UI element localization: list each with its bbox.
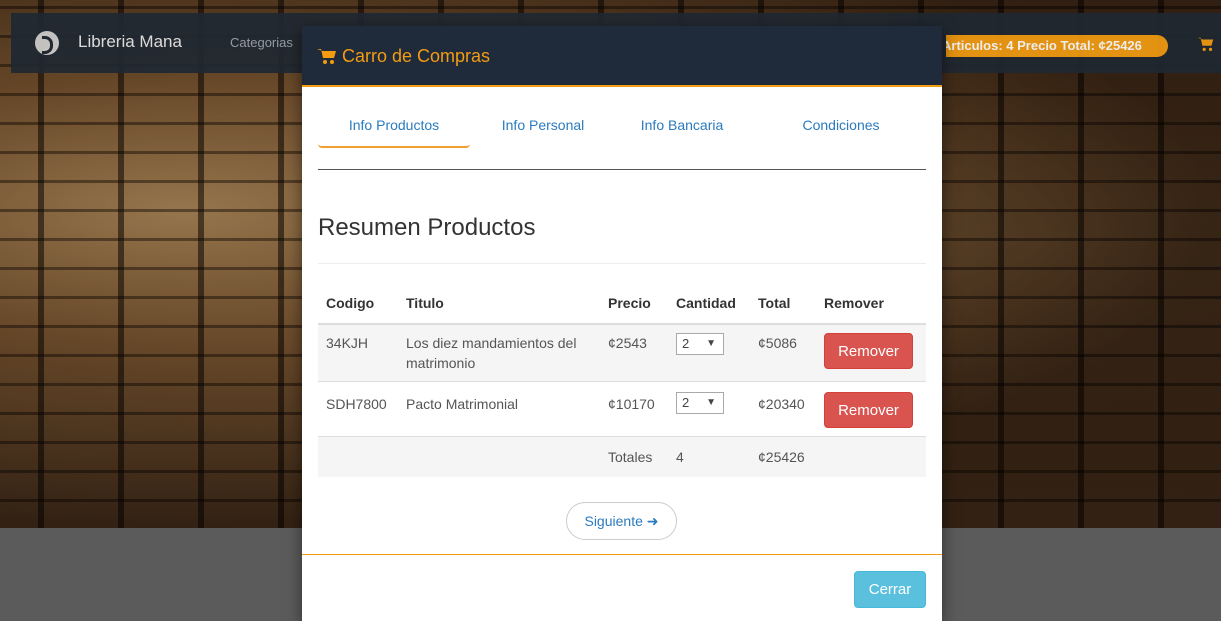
- cell-total: ¢5086: [750, 323, 816, 382]
- modal-header: Carro de Compras: [302, 26, 942, 87]
- cell-codigo: 34KJH: [318, 323, 398, 382]
- totals-row: Totales 4 ¢25426: [318, 436, 926, 477]
- cart-icon: [317, 49, 336, 64]
- arrow-right-icon: ➜: [646, 513, 659, 529]
- cell-codigo: SDH7800: [318, 381, 398, 437]
- totals-total: ¢25426: [750, 436, 816, 477]
- next-label: Siguiente: [584, 513, 643, 529]
- tab-info-bancaria[interactable]: Info Bancaria: [626, 108, 738, 148]
- column-header-cantidad: Cantidad: [668, 282, 750, 325]
- column-header-codigo: Codigo: [318, 282, 398, 325]
- quantity-select[interactable]: 2 ▼: [676, 333, 724, 355]
- column-header-total: Total: [750, 282, 816, 325]
- column-header-titulo: Titulo: [398, 282, 600, 325]
- remove-button[interactable]: Remover: [824, 392, 913, 428]
- totals-cantidad: 4: [668, 436, 750, 477]
- cell-total: ¢20340: [750, 381, 816, 437]
- products-table: Codigo Titulo Precio Cantidad Total Remo…: [318, 282, 926, 477]
- cell-cantidad: 2 ▼: [668, 381, 750, 437]
- cart-icon[interactable]: [1197, 35, 1215, 53]
- chevron-down-icon: ▼: [706, 397, 716, 408]
- brand-name[interactable]: Libreria Mana: [78, 32, 182, 52]
- close-button[interactable]: Cerrar: [854, 571, 926, 608]
- cart-summary-badge[interactable]: Articulos: 4 Precio Total: ¢25426: [946, 35, 1168, 57]
- totals-label: Totales: [600, 436, 668, 477]
- remove-button[interactable]: Remover: [824, 333, 913, 369]
- cell-remover: Remover: [816, 323, 926, 382]
- brand-logo-icon[interactable]: [35, 31, 59, 55]
- cell-titulo: Los diez mandamientos del matrimonio: [398, 323, 600, 382]
- column-header-remover: Remover: [816, 282, 926, 325]
- quantity-value: 2: [682, 395, 690, 410]
- chevron-down-icon: ▼: [706, 338, 716, 349]
- nav-categories-link[interactable]: Categorias: [230, 35, 293, 50]
- cell-precio: ¢2543: [600, 323, 668, 382]
- cell-cantidad: 2 ▼: [668, 323, 750, 382]
- next-button[interactable]: Siguiente ➜: [566, 502, 677, 540]
- tab-info-personal[interactable]: Info Personal: [482, 108, 604, 148]
- cell-titulo: Pacto Matrimonial: [398, 381, 600, 437]
- column-header-precio: Precio: [600, 282, 668, 325]
- cart-summary-text: Articulos: 4 Precio Total: ¢25426: [946, 38, 1142, 53]
- table-row: SDH7800 Pacto Matrimonial ¢10170 2 ▼ ¢203…: [318, 381, 926, 437]
- section-title: Resumen Productos: [318, 214, 536, 241]
- quantity-select[interactable]: 2 ▼: [676, 392, 724, 414]
- modal-title: Carro de Compras: [342, 46, 491, 66]
- checkout-tabs: Info Productos Info Personal Info Bancar…: [318, 108, 926, 170]
- tab-info-productos[interactable]: Info Productos: [318, 108, 470, 148]
- shopping-cart-modal: Carro de Compras Info Productos Info Per…: [302, 26, 942, 621]
- tab-condiciones[interactable]: Condiciones: [786, 108, 896, 148]
- cell-remover: Remover: [816, 381, 926, 437]
- quantity-value: 2: [682, 336, 690, 351]
- cell-precio: ¢10170: [600, 381, 668, 437]
- divider: [318, 263, 926, 264]
- table-header-row: Codigo Titulo Precio Cantidad Total Remo…: [318, 282, 926, 325]
- table-row: 34KJH Los diez mandamientos del matrimon…: [318, 323, 926, 382]
- modal-footer-divider: [302, 554, 942, 555]
